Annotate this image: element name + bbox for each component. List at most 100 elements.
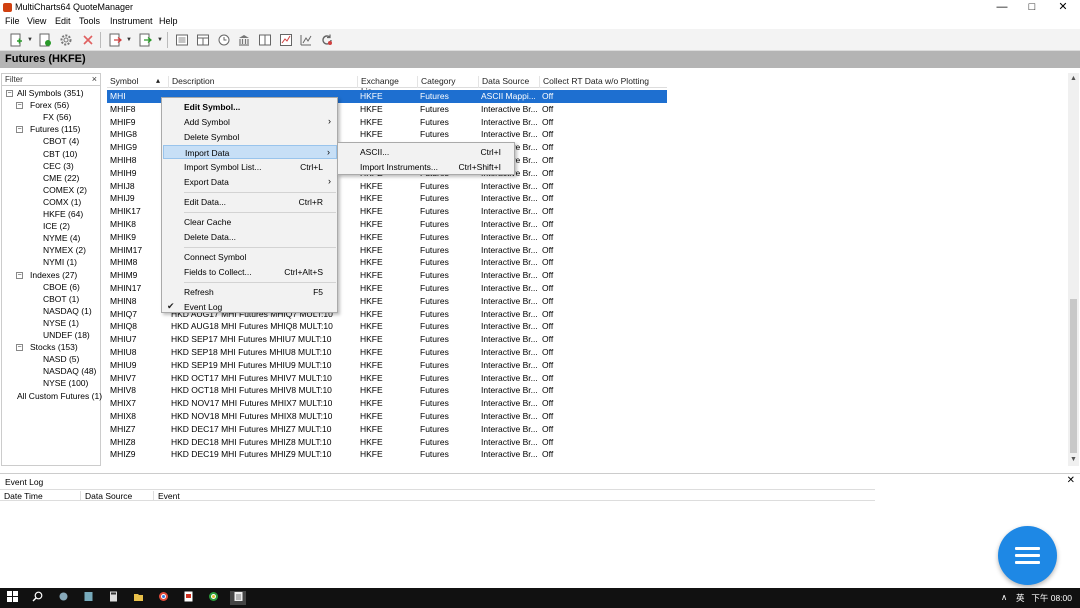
tree-item[interactable]: UNDEF (18) [43, 330, 90, 340]
column-header-category[interactable]: Category [417, 76, 478, 88]
context-menu-item[interactable]: Add Symbol › [163, 115, 337, 129]
tree-item[interactable]: ICE (2) [43, 221, 70, 231]
table-row[interactable]: MHIZ8 HKD DEC18 MHI Futures MHIZ8 MULT:10… [107, 436, 667, 449]
column-header-exchange[interactable]: Exchange Lis... [357, 76, 417, 96]
tree-expander-icon[interactable]: − [16, 102, 23, 110]
chart-tool-icon[interactable] [298, 32, 314, 48]
book-icon[interactable] [257, 32, 273, 48]
cortana-icon[interactable] [56, 591, 70, 605]
context-menu-item[interactable]: Delete Data... [163, 230, 337, 244]
event-log-close-icon[interactable]: ✕ [1067, 475, 1075, 486]
taskbar-clock[interactable]: 下午 08:00 [1031, 592, 1072, 604]
dropdown-arrow-icon[interactable]: ▼ [157, 37, 163, 43]
tree-expander-icon[interactable]: − [16, 126, 23, 134]
edit-data-icon[interactable] [174, 32, 190, 48]
tree-item[interactable]: COMEX (2) [43, 185, 87, 195]
store-icon[interactable] [81, 591, 95, 605]
menu-help[interactable]: Help [159, 16, 178, 26]
context-menu-item[interactable]: Fields to Collect... Ctrl+Alt+S [163, 265, 337, 279]
context-menu-item[interactable]: Refresh F5 [163, 285, 337, 299]
column-header-collect-rt[interactable]: Collect RT Data w/o Plotting [539, 76, 667, 88]
clock-icon[interactable] [216, 32, 232, 48]
scroll-up-icon[interactable]: ▲ [1070, 75, 1077, 82]
column-header-data-source[interactable]: Data Source [478, 76, 539, 88]
context-menu-item[interactable]: Clear Cache [163, 215, 337, 229]
tree-item[interactable]: FX (56) [43, 112, 71, 122]
chrome-icon[interactable] [206, 591, 220, 605]
table-row[interactable]: MHIU9 HKD SEP19 MHI Futures MHIU9 MULT:10… [107, 359, 667, 372]
pdf-reader-icon[interactable] [181, 591, 195, 605]
file-explorer-icon[interactable] [131, 591, 145, 605]
tree-item[interactable]: NYMI (1) [43, 257, 77, 267]
menu-edit[interactable]: Edit [55, 16, 71, 26]
context-menu-item[interactable]: Export Data › [163, 175, 337, 189]
calculator-icon[interactable] [106, 591, 120, 605]
table-row[interactable]: MHIQ8 HKD AUG18 MHI Futures MHIQ8 MULT:10… [107, 320, 667, 333]
export-icon[interactable] [137, 32, 153, 48]
import-icon[interactable] [107, 32, 123, 48]
tree-item[interactable]: CME (22) [43, 173, 79, 183]
tree-item[interactable]: Futures (115) [30, 124, 80, 134]
chart-alert-icon[interactable] [278, 32, 294, 48]
tree-expander-icon[interactable]: − [16, 344, 23, 352]
submenu-item-import-instruments[interactable]: Import Instruments... Ctrl+Shift+I [339, 160, 515, 174]
chrome-icon[interactable] [156, 591, 170, 605]
tray-arrow-icon[interactable]: ∧ [1001, 592, 1007, 603]
new-symbol-icon[interactable] [8, 32, 24, 48]
tree-expander-icon[interactable]: − [16, 271, 23, 279]
tree-item[interactable]: CBOT (1) [43, 294, 79, 304]
dropdown-arrow-icon[interactable]: ▼ [27, 37, 33, 43]
table-row[interactable]: MHIX8 HKD NOV18 MHI Futures MHIX8 MULT:10… [107, 410, 667, 423]
event-col-data-source[interactable]: Data Source [81, 491, 154, 501]
column-header-symbol[interactable]: Symbol ▴ [107, 76, 167, 88]
refresh-icon[interactable] [319, 32, 335, 48]
tree-item[interactable]: CBOE (6) [43, 282, 80, 292]
tree-item[interactable]: NASDAQ (48) [43, 366, 96, 376]
tree-item[interactable]: NYSE (100) [43, 378, 88, 388]
add-symbol-icon[interactable] [37, 32, 53, 48]
table-icon[interactable] [195, 32, 211, 48]
table-row[interactable]: MHIU7 HKD SEP17 MHI Futures MHIU7 MULT:10… [107, 333, 667, 346]
menu-instrument[interactable]: Instrument [110, 16, 153, 26]
tree-item[interactable]: CBOT (4) [43, 136, 79, 146]
scrollbar-thumb[interactable] [1070, 299, 1077, 453]
context-menu-item[interactable]: Import Symbol List... Ctrl+L [163, 160, 337, 174]
tree-item[interactable]: Indexes (27) [30, 270, 77, 280]
filter-field[interactable]: Filter × [2, 74, 100, 86]
tree-item[interactable]: All Symbols (351) [17, 88, 84, 98]
menu-view[interactable]: View [27, 16, 46, 26]
tree-item[interactable]: NYMEX (2) [43, 245, 86, 255]
delete-icon[interactable] [80, 32, 96, 48]
table-row[interactable]: MHIZ9 HKD DEC19 MHI Futures MHIZ9 MULT:10… [107, 448, 667, 461]
scroll-down-icon[interactable]: ▼ [1070, 456, 1077, 463]
ime-indicator[interactable]: 英 [1016, 592, 1025, 604]
settings-icon[interactable] [58, 32, 74, 48]
tree-item[interactable]: COMX (1) [43, 197, 81, 207]
maximize-button[interactable]: □ [1017, 0, 1047, 15]
context-menu-item[interactable]: Edit Data... Ctrl+R [163, 195, 337, 209]
search-icon[interactable] [30, 591, 44, 605]
table-row[interactable]: MHIV7 HKD OCT17 MHI Futures MHIV7 MULT:10… [107, 372, 667, 385]
tree-item[interactable]: NASD (5) [43, 354, 79, 364]
tree-item[interactable]: NYME (4) [43, 233, 80, 243]
tree-item[interactable]: Stocks (153) [30, 342, 78, 352]
dropdown-arrow-icon[interactable]: ▼ [126, 37, 132, 43]
tree-item[interactable]: All Custom Futures (1) [17, 391, 102, 401]
table-row[interactable]: MHIU8 HKD SEP18 MHI Futures MHIU8 MULT:10… [107, 346, 667, 359]
context-menu-item[interactable]: Connect Symbol [163, 250, 337, 264]
exchange-icon[interactable] [236, 32, 252, 48]
menu-file[interactable]: File [5, 16, 20, 26]
tree-item[interactable]: CEC (3) [43, 161, 74, 171]
table-row[interactable]: MHIV8 HKD OCT18 MHI Futures MHIV8 MULT:10… [107, 384, 667, 397]
column-header-description[interactable]: Description [168, 76, 356, 88]
tree-expander-icon[interactable]: − [6, 90, 13, 97]
table-row[interactable]: MHIZ7 HKD DEC17 MHI Futures MHIZ7 MULT:10… [107, 423, 667, 436]
tree-item[interactable]: NASDAQ (1) [43, 306, 92, 316]
windows-start-icon[interactable] [5, 591, 19, 605]
grid-scrollbar[interactable]: ▲ ▼ [1068, 73, 1079, 466]
tree-item[interactable]: HKFE (64) [43, 209, 83, 219]
table-row[interactable]: MHIX7 HKD NOV17 MHI Futures MHIX7 MULT:10… [107, 397, 667, 410]
tree-item[interactable]: NYSE (1) [43, 318, 79, 328]
tree-item[interactable]: CBT (10) [43, 149, 77, 159]
context-menu-item[interactable]: Import Data › [163, 145, 337, 159]
